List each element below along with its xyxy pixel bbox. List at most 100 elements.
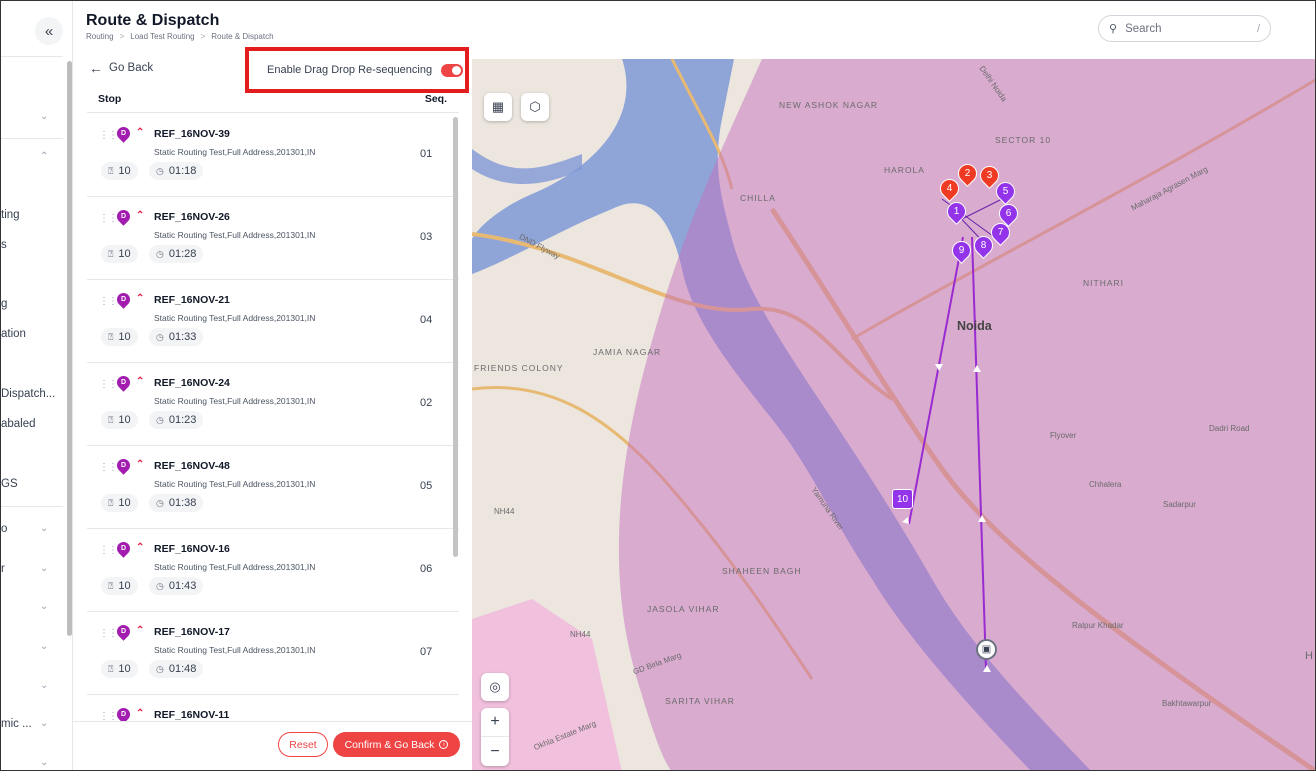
3d-view-button[interactable]: ⬡ — [521, 93, 549, 121]
chevron-down-icon[interactable]: ⌄ — [40, 718, 48, 729]
sidebar-item[interactable]: ting — [1, 209, 20, 221]
target-icon: ◎ — [489, 679, 501, 694]
sidebar-item[interactable]: g — [1, 298, 7, 310]
stop-table-header: Stop Seq. — [87, 85, 459, 113]
drag-drop-resequencing-toggle[interactable] — [441, 63, 464, 77]
map-label: NH44 — [570, 630, 591, 639]
time-chip: ◷ 01:18 — [149, 162, 204, 180]
breadcrumb-item-current: Route & Dispatch — [211, 32, 274, 41]
sidebar-item[interactable]: GS — [1, 478, 18, 490]
chevrons-left-icon: « — [44, 22, 54, 40]
quantity-chip: ⍰ 10 — [101, 328, 138, 346]
map-label: Chhalera — [1089, 480, 1122, 489]
stop-address: Static Routing Test,Full Address,201301,… — [154, 562, 316, 572]
map-label: JAMIA NAGAR — [593, 347, 662, 357]
drag-handle-icon[interactable]: ⋮⋮ — [99, 213, 118, 224]
sidebar-divider — [1, 56, 63, 57]
depot-truck-icon[interactable]: ▣ — [976, 639, 997, 660]
map-view-button[interactable]: ▦ — [484, 93, 512, 121]
stop-row[interactable]: ⋮⋮ D ⌃ REF_16NOV-39 Static Routing Test,… — [87, 114, 459, 197]
stop-ref: REF_16NOV-24 — [154, 377, 230, 389]
stop-row[interactable]: ⋮⋮ D ⌃ REF_16NOV-48 Static Routing Test,… — [87, 446, 459, 529]
zoom-in-button[interactable]: + — [481, 708, 509, 737]
priority-chevrons-icon: ⌃ — [136, 376, 145, 387]
stop-list: ⋮⋮ D ⌃ REF_16NOV-39 Static Routing Test,… — [87, 114, 459, 722]
zoom-out-button[interactable]: − — [481, 737, 509, 766]
stop-sequence: 05 — [420, 480, 433, 492]
stop-row[interactable]: ⋮⋮ D ⌃ REF_16NOV-11 — [87, 695, 459, 722]
chevron-down-icon[interactable]: ⌄ — [40, 601, 48, 612]
drag-handle-icon[interactable]: ⋮⋮ — [99, 628, 118, 639]
locate-button[interactable]: ◎ — [481, 673, 509, 701]
map-label: FRIENDS COLONY — [474, 363, 564, 373]
sidebar-scrollbar[interactable] — [67, 61, 72, 636]
go-back-link[interactable]: ← Go Back — [89, 60, 153, 76]
delivery-pin-icon: D — [114, 124, 133, 143]
stop-sequence: 02 — [420, 397, 433, 409]
stop-sequence: 04 — [420, 314, 433, 326]
stop-row[interactable]: ⋮⋮ D ⌃ REF_16NOV-21 Static Routing Test,… — [87, 280, 459, 363]
chevron-down-icon[interactable]: ⌄ — [40, 523, 48, 534]
search-input[interactable]: ⚲ Search / — [1098, 15, 1271, 42]
sidebar-item[interactable]: mic ... — [1, 718, 32, 730]
search-icon: ⚲ — [1109, 23, 1118, 35]
clock-icon: ◷ — [156, 497, 164, 508]
chevron-down-icon[interactable]: ⌄ — [40, 563, 48, 574]
chevron-down-icon[interactable]: ⌄ — [40, 641, 48, 652]
stop-row[interactable]: ⋮⋮ D ⌃ REF_16NOV-26 Static Routing Test,… — [87, 197, 459, 280]
map-label: NEW ASHOK NAGAR — [779, 100, 879, 110]
delivery-pin-icon: D — [114, 373, 133, 392]
stop-ref: REF_16NOV-11 — [154, 709, 230, 721]
map-label: SECTOR 10 — [995, 135, 1052, 145]
map-label: CHILLA — [740, 193, 776, 203]
stop-ref: REF_16NOV-21 — [154, 294, 230, 306]
stop-address: Static Routing Test,Full Address,201301,… — [154, 147, 316, 157]
stop-list-scrollbar[interactable] — [453, 117, 458, 557]
stop-marker[interactable]: 10 — [892, 489, 913, 509]
stop-row[interactable]: ⋮⋮ D ⌃ REF_16NOV-17 Static Routing Test,… — [87, 612, 459, 695]
column-header-seq: Seq. — [424, 92, 447, 105]
sidebar-item[interactable]: s — [1, 239, 7, 251]
stop-address: Static Routing Test,Full Address,201301,… — [154, 313, 316, 323]
stop-ref: REF_16NOV-48 — [154, 460, 230, 472]
route-map[interactable]: NEW ASHOK NAGAR SECTOR 10 HAROLA CHILLA … — [472, 59, 1315, 770]
package-icon: ⍰ — [108, 497, 114, 508]
drag-handle-icon[interactable]: ⋮⋮ — [99, 462, 118, 473]
priority-chevrons-icon: ⌃ — [136, 542, 145, 553]
priority-chevrons-icon: ⌃ — [136, 459, 145, 470]
search-shortcut: / — [1256, 22, 1260, 35]
clock-icon: ◷ — [156, 165, 164, 176]
chevron-down-icon[interactable]: ⌄ — [40, 757, 48, 768]
breadcrumb: Routing > Load Test Routing > Route & Di… — [86, 32, 274, 41]
sidebar-item[interactable]: o — [1, 523, 7, 535]
chevron-up-icon[interactable]: ⌃ — [40, 151, 48, 162]
collapse-sidebar-button[interactable]: « — [35, 17, 63, 45]
chevron-down-icon[interactable]: ⌄ — [40, 680, 48, 691]
zoom-control: + − — [481, 708, 509, 766]
time-chip: ◷ 01:38 — [149, 494, 204, 512]
time-chip: ◷ 01:23 — [149, 411, 204, 429]
delivery-pin-icon: D — [114, 207, 133, 226]
package-icon: ⍰ — [108, 580, 114, 591]
drag-handle-icon[interactable]: ⋮⋮ — [99, 545, 118, 556]
breadcrumb-item[interactable]: Routing — [86, 32, 114, 41]
sidebar-item[interactable]: r — [1, 563, 5, 575]
sidebar-item-route-dispatch[interactable]: Dispatch... — [1, 388, 55, 400]
search-placeholder: Search — [1125, 22, 1162, 35]
panel-footer: Reset Confirm & Go Back i — [73, 721, 472, 770]
breadcrumb-item[interactable]: Load Test Routing — [130, 32, 194, 41]
page-title: Route & Dispatch — [86, 12, 220, 29]
drag-handle-icon[interactable]: ⋮⋮ — [99, 130, 118, 141]
sidebar-item[interactable]: abaled — [1, 418, 36, 430]
drag-handle-icon[interactable]: ⋮⋮ — [99, 379, 118, 390]
package-icon: ⍰ — [108, 165, 114, 176]
reset-button[interactable]: Reset — [278, 732, 328, 757]
confirm-go-back-button[interactable]: Confirm & Go Back i — [333, 732, 460, 757]
sidebar-item[interactable]: ation — [1, 328, 26, 340]
map-label: HAROLA — [884, 165, 925, 175]
priority-chevrons-icon: ⌃ — [136, 210, 145, 221]
stop-row[interactable]: ⋮⋮ D ⌃ REF_16NOV-16 Static Routing Test,… — [87, 529, 459, 612]
stop-row[interactable]: ⋮⋮ D ⌃ REF_16NOV-24 Static Routing Test,… — [87, 363, 459, 446]
chevron-down-icon[interactable]: ⌄ — [40, 111, 48, 122]
drag-handle-icon[interactable]: ⋮⋮ — [99, 296, 118, 307]
